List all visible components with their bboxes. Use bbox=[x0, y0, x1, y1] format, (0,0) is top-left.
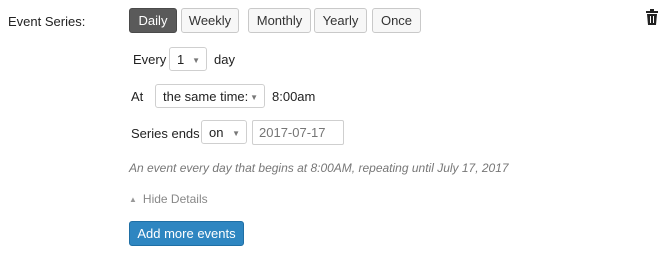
hide-details-toggle[interactable]: ▲ Hide Details bbox=[129, 192, 208, 206]
at-label: At bbox=[131, 89, 144, 104]
series-ends-mode: on bbox=[209, 124, 224, 140]
at-mode-value: the same time: bbox=[163, 88, 249, 104]
chevron-down-icon: ▼ bbox=[232, 129, 240, 138]
every-value: 1 bbox=[177, 51, 185, 67]
event-series-label: Event Series: bbox=[8, 14, 86, 29]
hide-details-label: Hide Details bbox=[142, 192, 208, 206]
at-mode-select[interactable]: the same time: ▼ bbox=[155, 84, 265, 108]
every-label: Every bbox=[133, 52, 167, 67]
series-ends-select[interactable]: on ▼ bbox=[201, 120, 247, 144]
trash-icon[interactable] bbox=[645, 9, 659, 25]
every-unit: day bbox=[214, 52, 235, 67]
recurrence-summary: An event every day that begins at 8:00AM… bbox=[129, 161, 509, 175]
frequency-daily-button[interactable]: Daily bbox=[129, 8, 177, 33]
frequency-weekly-button[interactable]: Weekly bbox=[181, 8, 239, 33]
at-time: 8:00am bbox=[272, 89, 316, 104]
frequency-yearly-button[interactable]: Yearly bbox=[314, 8, 367, 33]
frequency-once-button[interactable]: Once bbox=[372, 8, 421, 33]
every-select[interactable]: 1 ▼ bbox=[169, 47, 207, 71]
chevron-down-icon: ▼ bbox=[250, 93, 258, 102]
series-end-date-input[interactable] bbox=[252, 120, 344, 145]
add-more-events-button[interactable]: Add more events bbox=[129, 221, 244, 246]
triangle-up-icon: ▲ bbox=[129, 194, 137, 204]
frequency-monthly-button[interactable]: Monthly bbox=[248, 8, 311, 33]
series-ends-label: Series ends bbox=[131, 126, 200, 141]
chevron-down-icon: ▼ bbox=[192, 56, 200, 65]
